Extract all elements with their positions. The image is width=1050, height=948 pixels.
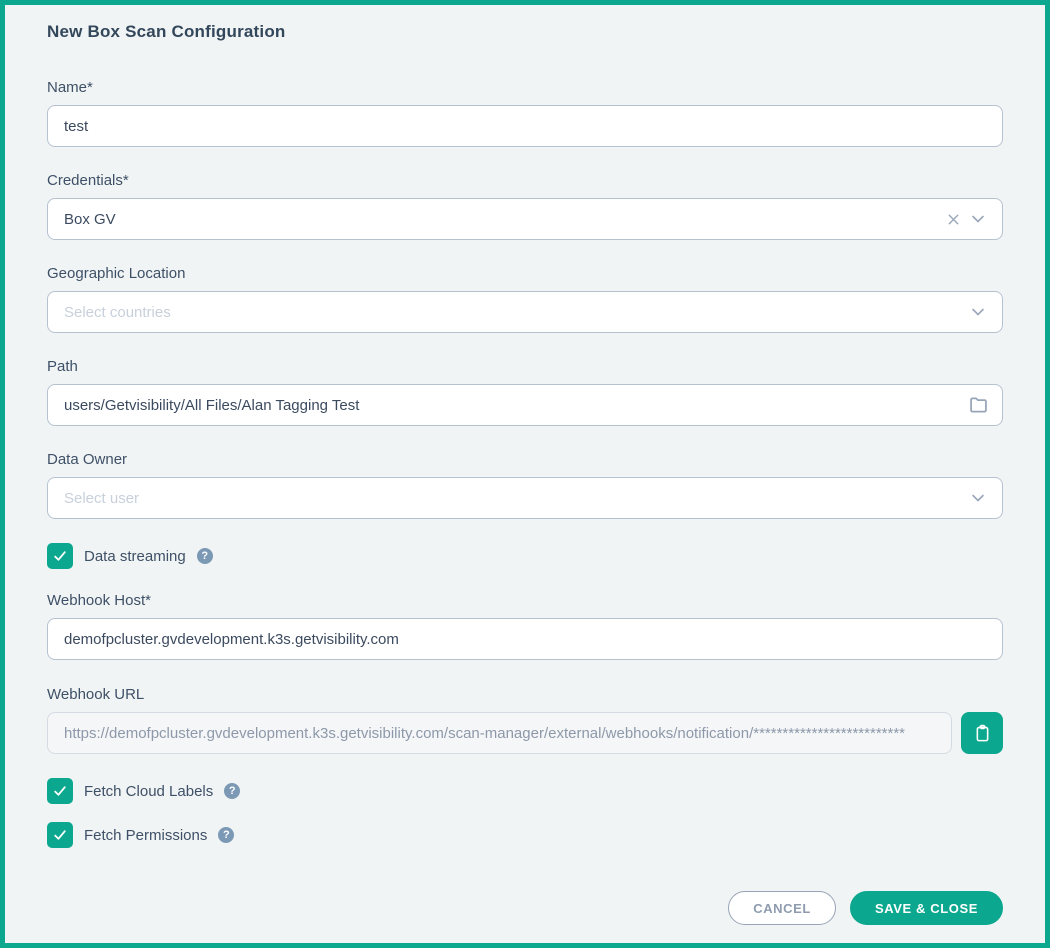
- help-icon[interactable]: ?: [224, 783, 240, 799]
- data-owner-field-group: Data Owner Select user: [47, 451, 1003, 519]
- name-field-group: Name*: [47, 79, 1003, 147]
- webhook-url-label: Webhook URL: [47, 686, 1003, 703]
- copy-webhook-url-button[interactable]: [961, 712, 1003, 754]
- clear-icon[interactable]: [946, 212, 961, 227]
- checkmark-icon: [52, 827, 68, 843]
- save-and-close-button[interactable]: SAVE & CLOSE: [850, 891, 1003, 925]
- fetch-permissions-row: Fetch Permissions ?: [47, 822, 1003, 848]
- fetch-cloud-labels-row: Fetch Cloud Labels ?: [47, 778, 1003, 804]
- name-input[interactable]: [47, 105, 1003, 147]
- help-icon[interactable]: ?: [218, 827, 234, 843]
- checkmark-icon: [52, 783, 68, 799]
- geographic-location-label: Geographic Location: [47, 265, 1003, 282]
- data-streaming-checkbox[interactable]: [47, 543, 73, 569]
- path-field-group: Path: [47, 358, 1003, 426]
- credentials-field-group: Credentials* Box GV: [47, 172, 1003, 240]
- name-label: Name*: [47, 79, 1003, 96]
- credentials-label: Credentials*: [47, 172, 1003, 189]
- chevron-down-icon[interactable]: [970, 490, 986, 506]
- new-box-scan-configuration-dialog: New Box Scan Configuration Name* Credent…: [0, 0, 1050, 948]
- data-owner-label: Data Owner: [47, 451, 1003, 468]
- webhook-host-input[interactable]: [47, 618, 1003, 660]
- fetch-cloud-labels-label: Fetch Cloud Labels: [84, 783, 213, 800]
- fetch-permissions-checkbox[interactable]: [47, 822, 73, 848]
- cancel-button[interactable]: CANCEL: [728, 891, 836, 925]
- geographic-location-field-group: Geographic Location Select countries: [47, 265, 1003, 333]
- webhook-host-field-group: Webhook Host*: [47, 592, 1003, 660]
- data-owner-select[interactable]: Select user: [47, 477, 1003, 519]
- webhook-host-label: Webhook Host*: [47, 592, 1003, 609]
- page-title: New Box Scan Configuration: [47, 22, 1003, 42]
- fetch-cloud-labels-checkbox[interactable]: [47, 778, 73, 804]
- data-streaming-row: Data streaming ?: [47, 543, 1003, 569]
- webhook-url-field-group: Webhook URL: [47, 686, 1003, 754]
- folder-icon[interactable]: [968, 395, 989, 416]
- path-label: Path: [47, 358, 1003, 375]
- credentials-select[interactable]: Box GV: [47, 198, 1003, 240]
- chevron-down-icon[interactable]: [970, 304, 986, 320]
- dialog-footer: CANCEL SAVE & CLOSE: [728, 891, 1003, 925]
- data-owner-placeholder: Select user: [64, 490, 970, 507]
- checkmark-icon: [52, 548, 68, 564]
- webhook-url-input[interactable]: [47, 712, 952, 754]
- help-icon[interactable]: ?: [197, 548, 213, 564]
- chevron-down-icon[interactable]: [970, 211, 986, 227]
- fetch-permissions-label: Fetch Permissions: [84, 827, 207, 844]
- clipboard-icon: [973, 724, 992, 743]
- geographic-location-select[interactable]: Select countries: [47, 291, 1003, 333]
- credentials-selected-value: Box GV: [64, 211, 946, 228]
- geographic-location-placeholder: Select countries: [64, 304, 970, 321]
- data-streaming-label: Data streaming: [84, 548, 186, 565]
- path-input[interactable]: [47, 384, 1003, 426]
